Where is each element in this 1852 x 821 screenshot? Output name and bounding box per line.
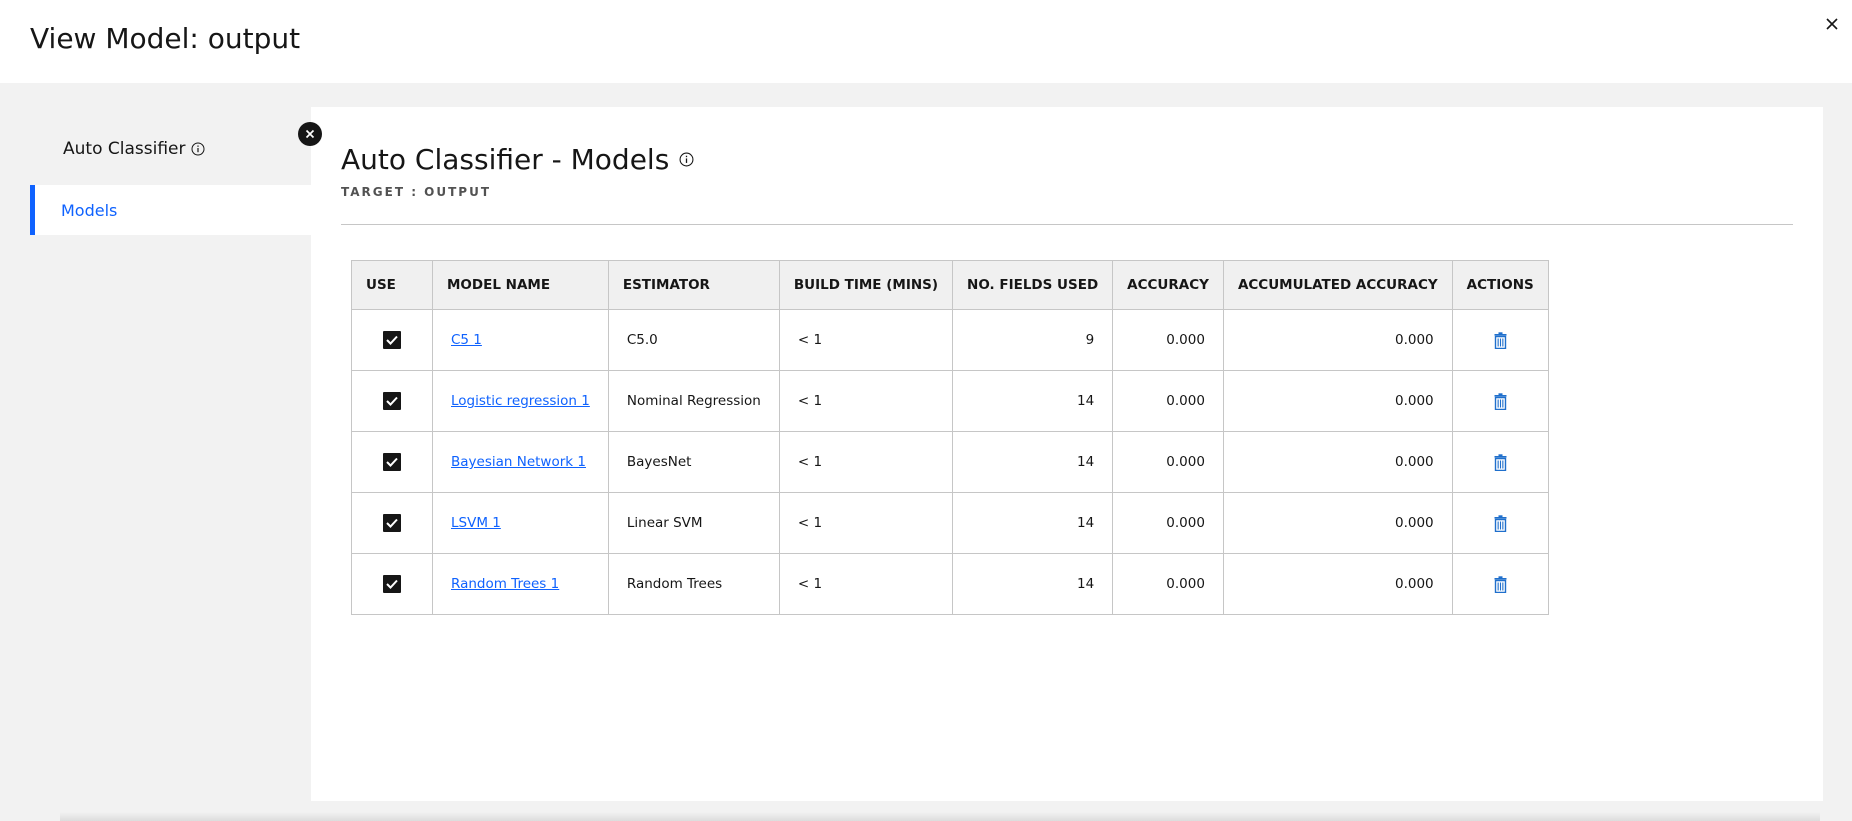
sidebar: Auto Classifier Models (0, 83, 311, 821)
col-header-estimator: ESTIMATOR (607, 260, 780, 310)
collapse-close-icon (305, 129, 315, 139)
sidebar-item-models[interactable]: Models (30, 185, 311, 235)
estimator-cell: Nominal Regression (607, 370, 780, 432)
estimator-cell: C5.0 (607, 309, 780, 371)
table-row: C5 1 C5.0 < 1 9 0.000 0.000 (351, 309, 1549, 371)
accumulated-accuracy-cell: 0.000 (1222, 492, 1453, 554)
accuracy-cell: 0.000 (1112, 492, 1224, 554)
build-time-cell: < 1 (778, 370, 954, 432)
col-header-fields-used: NO. FIELDS USED (952, 260, 1114, 310)
use-cell (351, 309, 433, 371)
use-cell (351, 370, 433, 432)
accuracy-cell: 0.000 (1112, 431, 1224, 493)
model-link[interactable]: C5 1 (451, 332, 482, 348)
accumulated-accuracy-cell: 0.000 (1222, 309, 1453, 371)
accumulated-accuracy-cell: 0.000 (1222, 553, 1453, 615)
model-name-cell: Bayesian Network 1 (432, 431, 609, 493)
col-header-build-time: BUILD TIME (MINS) (778, 260, 954, 310)
trash-icon[interactable] (1494, 453, 1507, 471)
sidebar-title: Auto Classifier (63, 139, 205, 159)
model-name-cell: Random Trees 1 (432, 553, 609, 615)
sidebar-item-label: Models (61, 200, 118, 220)
info-icon[interactable] (679, 152, 694, 167)
trash-icon[interactable] (1494, 575, 1507, 593)
build-time-cell: < 1 (778, 431, 954, 493)
actions-cell (1451, 492, 1549, 554)
build-time-cell: < 1 (778, 309, 954, 371)
col-header-model-name: MODEL NAME (432, 260, 609, 310)
accuracy-cell: 0.000 (1112, 553, 1224, 615)
use-cell (351, 492, 433, 554)
col-header-accuracy: ACCURACY (1112, 260, 1224, 310)
model-link[interactable]: Bayesian Network 1 (451, 454, 586, 470)
checkbox-checked-icon[interactable] (383, 514, 401, 532)
checkbox-checked-icon[interactable] (383, 453, 401, 471)
use-cell (351, 431, 433, 493)
fields-used-cell: 14 (952, 370, 1114, 432)
fields-used-cell: 14 (952, 492, 1114, 554)
accumulated-accuracy-cell: 0.000 (1222, 370, 1453, 432)
divider (341, 224, 1793, 225)
page-title: Auto Classifier - Models (341, 143, 694, 176)
accuracy-cell: 0.000 (1112, 370, 1224, 432)
col-header-use: USE (351, 260, 433, 310)
col-header-actions: ACTIONS (1451, 260, 1549, 310)
estimator-cell: Random Trees (607, 553, 780, 615)
info-icon[interactable] (191, 142, 205, 156)
build-time-cell: < 1 (778, 492, 954, 554)
fields-used-cell: 9 (952, 309, 1114, 371)
fields-used-cell: 14 (952, 553, 1114, 615)
main-panel: Auto Classifier - Models TARGET : OUTPUT… (311, 107, 1823, 801)
model-link[interactable]: Random Trees 1 (451, 576, 559, 592)
sidebar-title-label: Auto Classifier (63, 139, 186, 159)
checkbox-checked-icon[interactable] (383, 575, 401, 593)
col-header-accumulated-accuracy: ACCUMULATED ACCURACY (1222, 260, 1453, 310)
actions-cell (1451, 309, 1549, 371)
actions-cell (1451, 431, 1549, 493)
table-row: LSVM 1 Linear SVM < 1 14 0.000 0.000 (351, 492, 1549, 554)
model-link[interactable]: LSVM 1 (451, 515, 501, 531)
trash-icon[interactable] (1494, 514, 1507, 532)
accuracy-cell: 0.000 (1112, 309, 1224, 371)
use-cell (351, 553, 433, 615)
models-table: USE MODEL NAME ESTIMATOR BUILD TIME (MIN… (351, 260, 1549, 615)
modal-header: View Model: output (0, 0, 1852, 83)
accumulated-accuracy-cell: 0.000 (1222, 431, 1453, 493)
actions-cell (1451, 370, 1549, 432)
fields-used-cell: 14 (952, 431, 1114, 493)
estimator-cell: BayesNet (607, 431, 780, 493)
bottom-shadow (60, 812, 1820, 821)
table-header-row: USE MODEL NAME ESTIMATOR BUILD TIME (MIN… (351, 260, 1549, 310)
model-name-cell: Logistic regression 1 (432, 370, 609, 432)
model-link[interactable]: Logistic regression 1 (451, 393, 590, 409)
checkbox-checked-icon[interactable] (383, 331, 401, 349)
close-icon[interactable] (1818, 10, 1846, 38)
table-row: Logistic regression 1 Nominal Regression… (351, 370, 1549, 432)
table-row: Random Trees 1 Random Trees < 1 14 0.000… (351, 553, 1549, 615)
build-time-cell: < 1 (778, 553, 954, 615)
collapse-sidebar-button[interactable] (298, 122, 322, 146)
trash-icon[interactable] (1494, 392, 1507, 410)
page-title-label: Auto Classifier - Models (341, 143, 670, 176)
model-name-cell: LSVM 1 (432, 492, 609, 554)
model-name-cell: C5 1 (432, 309, 609, 371)
target-label: TARGET : OUTPUT (341, 185, 492, 199)
table-row: Bayesian Network 1 BayesNet < 1 14 0.000… (351, 431, 1549, 493)
actions-cell (1451, 553, 1549, 615)
modal-title: View Model: output (30, 22, 301, 55)
trash-icon[interactable] (1494, 331, 1507, 349)
checkbox-checked-icon[interactable] (383, 392, 401, 410)
estimator-cell: Linear SVM (607, 492, 780, 554)
